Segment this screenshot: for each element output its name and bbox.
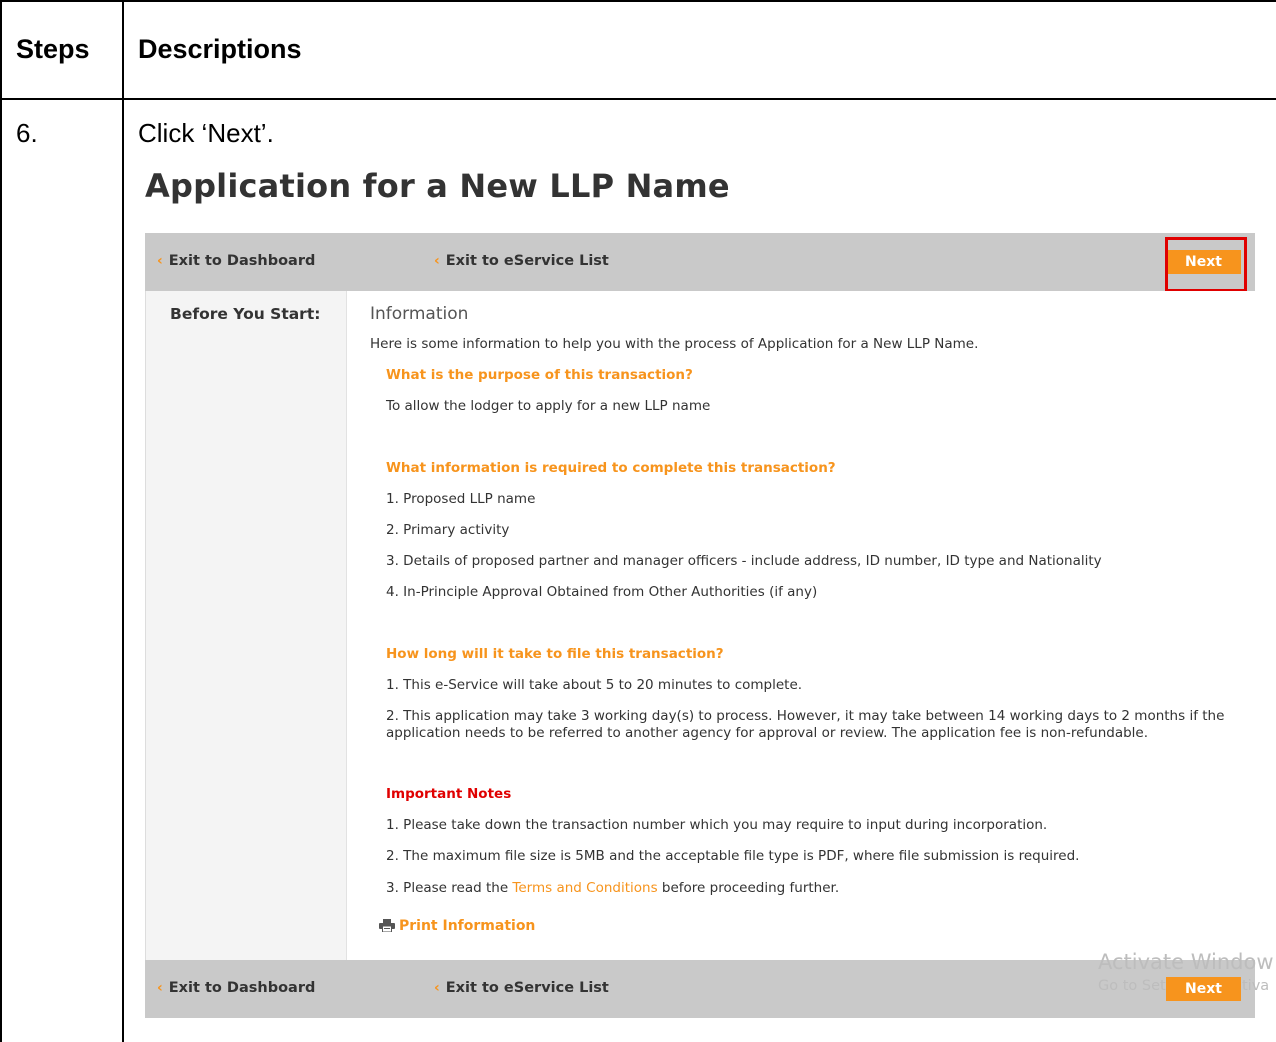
intro-text: Here is some information to help you wit… — [370, 336, 979, 352]
list-item: 2. This application may take 3 working d… — [386, 708, 1225, 724]
question-duration: How long will it take to file this trans… — [386, 646, 724, 662]
windows-activation-watermark-line2-end: tiva — [1242, 978, 1270, 994]
windows-activation-watermark-line2: Go to Set — [1098, 978, 1166, 994]
note-terms: 3. Please read the Terms and Conditions … — [386, 880, 839, 896]
exit-dashboard-label: Exit to Dashboard — [168, 980, 316, 996]
printer-icon — [379, 919, 395, 933]
information-heading: Information — [370, 304, 469, 324]
note-terms-suffix: before proceeding further. — [657, 880, 840, 896]
list-item: 3. Details of proposed partner and manag… — [386, 553, 1102, 569]
table-row-divider — [0, 98, 1276, 100]
windows-activation-watermark: Activate Window — [1098, 950, 1274, 974]
app-screenshot: Application for a New LLP Name ‹ Exit to … — [145, 165, 1274, 1025]
terms-and-conditions-link[interactable]: Terms and Conditions — [512, 880, 657, 896]
chevron-left-icon: ‹ — [157, 980, 163, 996]
important-notes-heading: Important Notes — [386, 786, 512, 802]
page-title: Application for a New LLP Name — [145, 167, 730, 205]
top-action-bar: ‹ Exit to Dashboard ‹ Exit to eService Lis… — [145, 233, 1255, 291]
exit-eservice-label: Exit to eService List — [445, 980, 609, 996]
highlight-box — [1165, 237, 1247, 292]
step-description: Click ‘Next’. — [138, 118, 274, 148]
print-information-label: Print Information — [399, 918, 536, 934]
exit-to-eservice-link-bottom[interactable]: ‹ Exit to eService List — [434, 980, 609, 996]
question-required-info: What information is required to complete… — [386, 460, 836, 476]
exit-dashboard-label: Exit to Dashboard — [168, 253, 316, 269]
exit-to-dashboard-link-top[interactable]: ‹ Exit to Dashboard — [157, 253, 315, 269]
list-item: application needs to be referred to anot… — [386, 725, 1149, 741]
header-descriptions: Descriptions — [138, 34, 302, 64]
exit-to-dashboard-link-bottom[interactable]: ‹ Exit to Dashboard — [157, 980, 315, 996]
chevron-left-icon: ‹ — [434, 253, 440, 269]
question-purpose: What is the purpose of this transaction? — [386, 367, 693, 383]
bottom-action-bar: ‹ Exit to Dashboard ‹ Exit to eService Lis… — [145, 960, 1255, 1018]
list-item: 1. Proposed LLP name — [386, 491, 536, 507]
exit-eservice-label: Exit to eService List — [445, 253, 609, 269]
sidebar: Before You Start: — [146, 291, 347, 960]
table-column-divider — [122, 0, 124, 1042]
exit-to-eservice-link-top[interactable]: ‹ Exit to eService List — [434, 253, 609, 269]
print-information-link[interactable]: Print Information — [379, 918, 535, 934]
chevron-left-icon: ‹ — [434, 980, 440, 996]
list-item: 2. Primary activity — [386, 522, 510, 538]
list-item: 1. This e-Service will take about 5 to 2… — [386, 677, 803, 693]
next-button-bottom[interactable]: Next — [1166, 977, 1241, 1001]
list-item: 2. The maximum file size is 5MB and the … — [386, 848, 1080, 864]
step-number: 6. — [16, 118, 38, 148]
list-item: 1. Please take down the transaction numb… — [386, 817, 1048, 833]
list-item: 4. In-Principle Approval Obtained from O… — [386, 584, 818, 600]
header-steps: Steps — [16, 34, 90, 64]
information-panel: Before You Start: Information Here is so… — [145, 291, 1256, 960]
sidebar-label: Before You Start: — [170, 305, 321, 323]
chevron-left-icon: ‹ — [157, 253, 163, 269]
answer-purpose: To allow the lodger to apply for a new L… — [386, 398, 711, 414]
note-terms-prefix: 3. Please read the — [386, 880, 513, 896]
